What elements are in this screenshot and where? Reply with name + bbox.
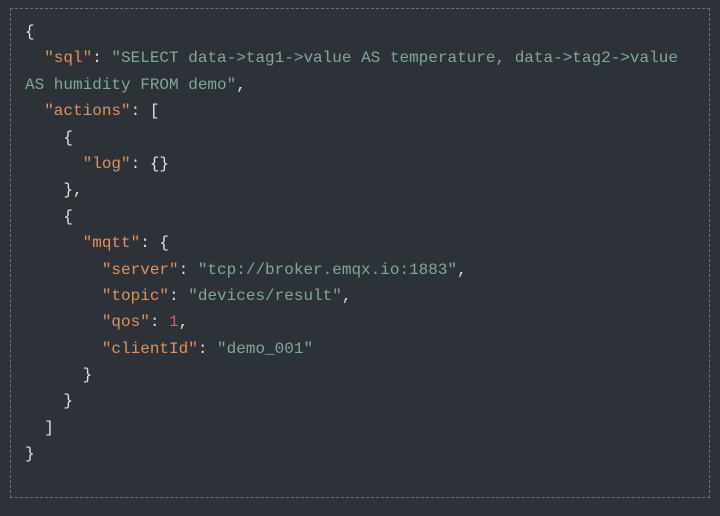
value-qos: 1 (169, 313, 179, 331)
brace-open: { (63, 129, 73, 147)
json-code-block: { "sql": "SELECT data->tag1->value AS te… (10, 8, 710, 498)
brace-close: } (63, 392, 73, 410)
brace-open: { (25, 23, 35, 41)
value-topic: "devices/result" (188, 287, 342, 305)
key-qos: "qos" (102, 313, 150, 331)
brace-close: } (83, 366, 93, 384)
key-clientId: "clientId" (102, 340, 198, 358)
value-server: "tcp://broker.emqx.io:1883" (198, 261, 457, 279)
key-topic: "topic" (102, 287, 169, 305)
brace-close-comma: }, (63, 181, 82, 199)
value-clientId: "demo_001" (217, 340, 313, 358)
key-server: "server" (102, 261, 179, 279)
key-sql: "sql" (44, 49, 92, 67)
key-log: "log" (83, 155, 131, 173)
key-mqtt: "mqtt" (83, 234, 141, 252)
brace-close: } (25, 445, 35, 463)
key-actions: "actions" (44, 102, 130, 120)
value-sql: "SELECT data->tag1->value AS temperature… (25, 49, 688, 93)
bracket-close: ] (44, 419, 54, 437)
brace-open: { (63, 208, 73, 226)
